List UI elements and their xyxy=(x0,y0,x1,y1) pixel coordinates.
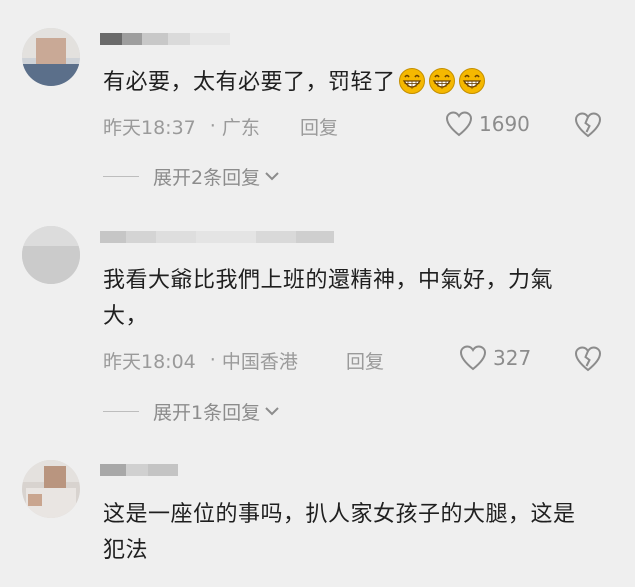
username-blurred[interactable] xyxy=(100,231,334,243)
username-blurred[interactable] xyxy=(100,464,178,476)
comment-text: 这是一座位的事吗，扒人家女孩子的大腿，这是犯法 xyxy=(103,497,595,569)
chevron-down-icon[interactable] xyxy=(264,405,280,417)
comment-location: 中国香港 xyxy=(221,350,298,373)
comment-meta: 昨天18:04 · 中国香港 回复 xyxy=(103,346,615,374)
meta-separator: · xyxy=(209,349,216,371)
grin-emoji-icon xyxy=(398,68,425,94)
reply-button[interactable]: 回复 xyxy=(346,347,384,374)
avatar[interactable] xyxy=(22,460,80,518)
broken-heart-icon[interactable] xyxy=(574,346,602,372)
chevron-down-icon[interactable] xyxy=(264,170,280,182)
avatar[interactable] xyxy=(22,226,80,284)
avatar[interactable] xyxy=(22,28,80,86)
like-button[interactable]: 1690 xyxy=(445,111,530,137)
divider-line xyxy=(103,175,139,177)
comment-body: 这是一座位的事吗，扒人家女孩子的大腿，这是犯法 xyxy=(103,502,576,563)
divider-line xyxy=(103,410,139,412)
expand-replies[interactable]: 展开1条回复 xyxy=(103,397,280,425)
expand-replies-label[interactable]: 展开1条回复 xyxy=(153,398,260,425)
emoji-group xyxy=(398,67,486,95)
comment-body: 有必要，太有必要了，罚轻了 xyxy=(103,70,396,95)
heart-outline-icon xyxy=(459,345,487,371)
comment-time: 昨天18:04 xyxy=(103,350,196,373)
like-button[interactable]: 327 xyxy=(459,345,531,371)
comment-body: 我看大爺比我們上班的還精神，中氣好，力氣大， xyxy=(103,268,554,329)
comment-time: 昨天18:37 xyxy=(103,116,196,139)
grin-emoji-icon xyxy=(428,68,455,94)
comment-location: 广东 xyxy=(221,116,260,139)
expand-replies[interactable]: 展开2条回复 xyxy=(103,162,280,190)
comment-text: 我看大爺比我們上班的還精神，中氣好，力氣大， xyxy=(103,263,595,335)
meta-separator: · xyxy=(209,115,216,137)
grin-emoji-icon xyxy=(458,68,485,94)
expand-replies-label[interactable]: 展开2条回复 xyxy=(153,163,260,190)
comment-text: 有必要，太有必要了，罚轻了 xyxy=(103,65,595,101)
like-count: 327 xyxy=(493,346,532,370)
broken-heart-icon[interactable] xyxy=(574,112,602,138)
heart-outline-icon xyxy=(445,111,473,137)
username-blurred[interactable] xyxy=(100,33,230,45)
like-count: 1690 xyxy=(479,112,530,136)
comment-meta: 昨天18:37 · 广东 回复 xyxy=(103,112,615,140)
reply-button[interactable]: 回复 xyxy=(300,113,338,140)
